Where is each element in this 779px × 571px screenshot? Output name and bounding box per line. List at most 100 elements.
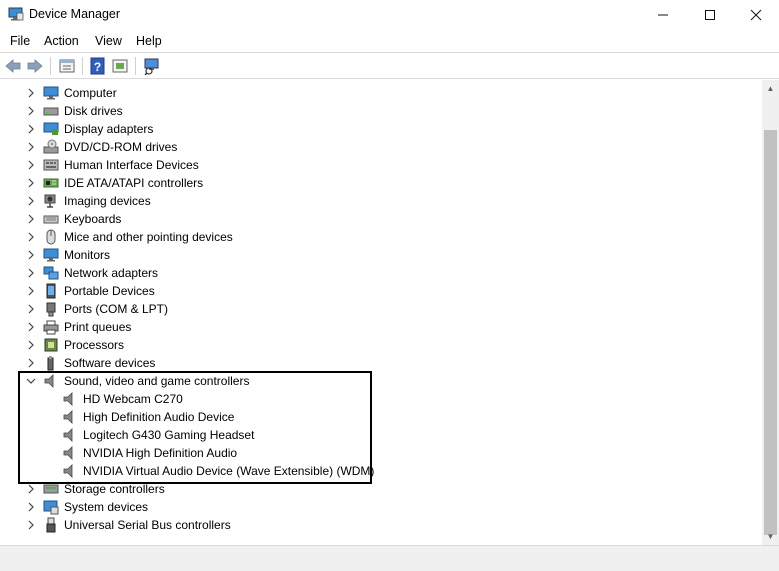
- tree-device-label: HD Webcam C270: [83, 392, 183, 406]
- tree-category-row[interactable]: Portable Devices: [0, 282, 740, 300]
- chevron-right-icon[interactable]: [26, 178, 36, 188]
- tree-category-row[interactable]: Disk drives: [0, 102, 740, 120]
- chevron-right-icon[interactable]: [26, 520, 36, 530]
- forward-icon[interactable]: [26, 57, 44, 75]
- chevron-right-icon[interactable]: [26, 250, 36, 260]
- tree-category-label: Display adapters: [64, 122, 154, 136]
- tree-category-row[interactable]: Software devices: [0, 354, 740, 372]
- speaker-icon: [63, 446, 73, 460]
- tree-category-row[interactable]: IDE ATA/ATAPI controllers: [0, 174, 740, 192]
- hid-icon: [43, 159, 59, 171]
- tree-category-row[interactable]: Computer: [0, 84, 740, 102]
- tree-category-row[interactable]: Network adapters: [0, 264, 740, 282]
- tree-category-label: Disk drives: [64, 104, 123, 118]
- system-device-icon: [43, 500, 59, 515]
- chevron-right-icon[interactable]: [26, 286, 36, 296]
- speaker-icon: [44, 374, 54, 388]
- tree-device-row[interactable]: NVIDIA High Definition Audio: [0, 444, 740, 462]
- tree-category-row[interactable]: Universal Serial Bus controllers: [0, 516, 740, 534]
- close-button[interactable]: [733, 0, 779, 30]
- menu-bar: File Action View Help: [0, 30, 779, 52]
- portable-device-icon: [46, 283, 56, 299]
- menu-help[interactable]: Help: [136, 34, 162, 48]
- chevron-right-icon[interactable]: [26, 196, 36, 206]
- chevron-right-icon[interactable]: [26, 106, 36, 116]
- back-icon[interactable]: [4, 57, 22, 75]
- chevron-right-icon[interactable]: [26, 142, 36, 152]
- tree-category-row[interactable]: Storage controllers: [0, 480, 740, 498]
- tree-category-label: Storage controllers: [64, 482, 165, 496]
- chevron-right-icon[interactable]: [26, 232, 36, 242]
- device-manager-icon: [8, 7, 24, 21]
- help-icon[interactable]: ?: [89, 57, 107, 75]
- chevron-right-icon[interactable]: [26, 484, 36, 494]
- scroll-up-arrow-icon[interactable]: ▲: [762, 80, 779, 97]
- mouse-icon: [46, 229, 56, 245]
- chevron-right-icon[interactable]: [26, 268, 36, 278]
- tree-category-label: Computer: [64, 86, 117, 100]
- chevron-right-icon[interactable]: [26, 358, 36, 368]
- device-tree: Computer Disk drives Display adapters DVD/C…: [0, 80, 762, 545]
- tree-category-label: Print queues: [64, 320, 132, 334]
- chevron-right-icon[interactable]: [26, 124, 36, 134]
- tree-category-label: Mice and other pointing devices: [64, 230, 233, 244]
- speaker-icon: [63, 392, 73, 406]
- tree-device-row[interactable]: HD Webcam C270: [0, 390, 740, 408]
- tree-category-row[interactable]: System devices: [0, 498, 740, 516]
- tree-device-row[interactable]: Logitech G430 Gaming Headset: [0, 426, 740, 444]
- menu-view[interactable]: View: [95, 34, 122, 48]
- chevron-right-icon[interactable]: [26, 214, 36, 224]
- maximize-button[interactable]: [687, 0, 733, 30]
- window-title: Device Manager: [29, 7, 121, 21]
- tree-category-row[interactable]: DVD/CD-ROM drives: [0, 138, 740, 156]
- tree-category-label: Imaging devices: [64, 194, 151, 208]
- tree-category-label: Sound, video and game controllers: [64, 374, 250, 388]
- chevron-down-icon[interactable]: [26, 376, 36, 386]
- speaker-icon: [63, 464, 73, 478]
- chevron-right-icon[interactable]: [26, 340, 36, 350]
- speaker-icon: [63, 410, 73, 424]
- tree-category-row[interactable]: Print queues: [0, 318, 740, 336]
- tree-category-row[interactable]: Display adapters: [0, 120, 740, 138]
- scroll-down-arrow-icon[interactable]: ▼: [762, 528, 779, 545]
- tree-category-label: Portable Devices: [64, 284, 155, 298]
- tree-device-row[interactable]: NVIDIA Virtual Audio Device (Wave Extens…: [0, 462, 740, 480]
- tree-device-label: NVIDIA High Definition Audio: [83, 446, 238, 460]
- scrollbar-thumb[interactable]: [764, 130, 777, 535]
- chevron-right-icon[interactable]: [26, 502, 36, 512]
- chevron-right-icon[interactable]: [26, 88, 36, 98]
- scan-hardware-icon[interactable]: [143, 57, 161, 75]
- tree-category-label: Network adapters: [64, 266, 159, 280]
- tree-category-row[interactable]: Human Interface Devices: [0, 156, 740, 174]
- tree-category-label: IDE ATA/ATAPI controllers: [64, 176, 204, 190]
- status-bar: [0, 545, 779, 571]
- tree-device-row[interactable]: High Definition Audio Device: [0, 408, 740, 426]
- tree-category-label: Monitors: [64, 248, 111, 262]
- tree-category-row[interactable]: Processors: [0, 336, 740, 354]
- disk-drive-icon: [43, 107, 59, 116]
- chevron-right-icon[interactable]: [26, 304, 36, 314]
- chevron-right-icon[interactable]: [26, 322, 36, 332]
- vertical-scrollbar[interactable]: ▲ ▼: [762, 80, 779, 545]
- camera-icon: [44, 194, 56, 208]
- properties-icon[interactable]: [58, 57, 76, 75]
- tree-category-row-expanded[interactable]: Sound, video and game controllers: [0, 372, 740, 390]
- chevron-right-icon[interactable]: [26, 160, 36, 170]
- minimize-button[interactable]: [640, 0, 686, 30]
- tree-device-label: High Definition Audio Device: [83, 410, 235, 424]
- menu-action[interactable]: Action: [44, 34, 79, 48]
- tree-category-row[interactable]: Monitors: [0, 246, 740, 264]
- keyboard-icon: [43, 215, 59, 224]
- port-icon: [46, 302, 56, 317]
- tree-category-row[interactable]: Mice and other pointing devices: [0, 228, 740, 246]
- tree-category-label: Ports (COM & LPT): [64, 302, 169, 316]
- menu-file[interactable]: File: [10, 34, 30, 48]
- update-driver-icon[interactable]: [111, 57, 129, 75]
- network-adapter-icon: [43, 266, 59, 280]
- title-bar: Device Manager: [0, 0, 779, 30]
- tree-category-label: DVD/CD-ROM drives: [64, 140, 178, 154]
- dvd-drive-icon: [43, 139, 59, 154]
- tree-category-row[interactable]: Keyboards: [0, 210, 740, 228]
- tree-category-row[interactable]: Imaging devices: [0, 192, 740, 210]
- tree-category-row[interactable]: Ports (COM & LPT): [0, 300, 740, 318]
